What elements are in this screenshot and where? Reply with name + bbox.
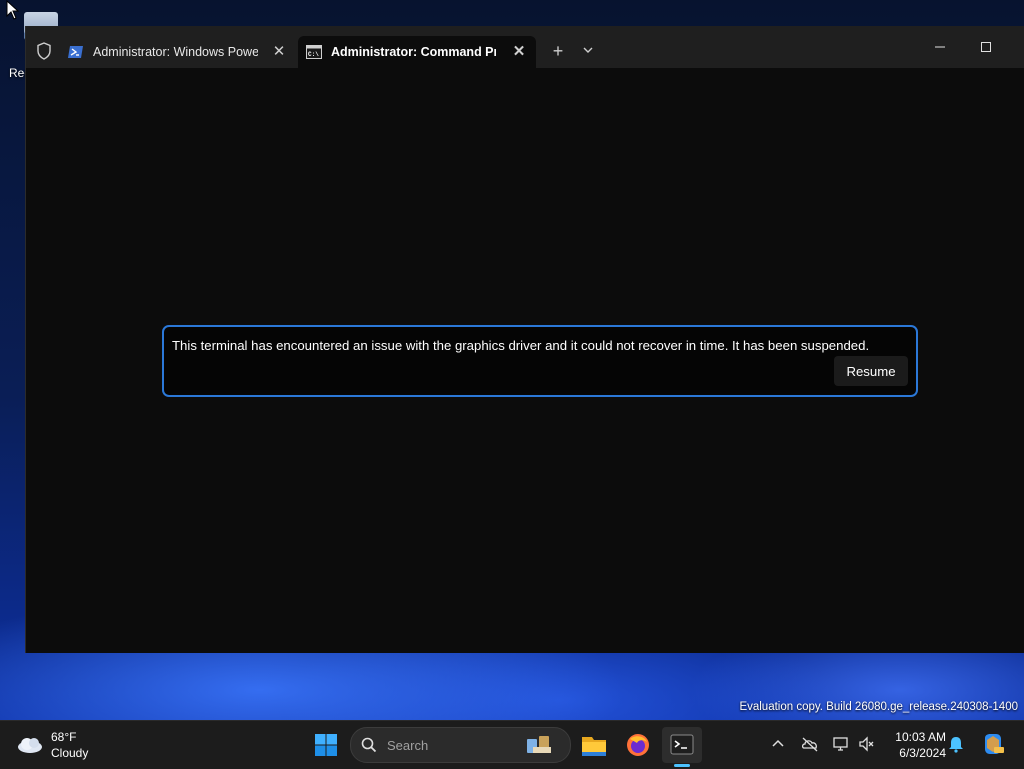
file-explorer-icon[interactable]: [574, 727, 614, 763]
start-button[interactable]: [314, 733, 338, 757]
close-tab-icon[interactable]: ✕: [512, 44, 526, 59]
copilot-icon[interactable]: [981, 732, 1005, 756]
network-icon[interactable]: [832, 735, 850, 753]
firefox-icon[interactable]: [618, 727, 658, 763]
infobar-message: This terminal has encountered an issue w…: [172, 338, 870, 353]
windows-terminal-icon[interactable]: [662, 727, 702, 763]
tab-label: Administrator: Command Prompt: [331, 45, 496, 59]
tab-command-prompt[interactable]: C:\ Administrator: Command Prompt ✕: [298, 36, 536, 68]
new-tab-button[interactable]: +: [549, 41, 567, 62]
command-prompt-icon: C:\: [306, 45, 322, 59]
taskbar-clock[interactable]: 10:03 AM 6/3/2024: [884, 729, 946, 761]
powershell-icon: [68, 46, 83, 58]
minimize-button[interactable]: [930, 40, 950, 54]
active-app-indicator: [674, 764, 690, 767]
speaker-muted-icon[interactable]: [858, 735, 876, 753]
taskbar: 68°F Cloudy Search 10:03 AM 6/3/2024: [0, 720, 1024, 769]
close-tab-icon[interactable]: ✕: [272, 44, 286, 59]
chevron-down-icon[interactable]: [580, 43, 596, 57]
clock-date: 6/3/2024: [899, 746, 946, 760]
shield-icon: [37, 42, 51, 60]
title-bar[interactable]: Administrator: Windows PowerShell ✕ C:\ …: [26, 26, 1024, 68]
maximize-button[interactable]: [976, 40, 996, 54]
resume-button[interactable]: Resume: [834, 356, 908, 386]
chevron-up-icon[interactable]: [769, 735, 787, 753]
onedrive-offline-icon[interactable]: [801, 735, 819, 753]
search-highlight-icon: [527, 736, 551, 753]
svg-text:C:\: C:\: [308, 51, 319, 58]
search-icon: [361, 737, 377, 753]
notification-bell-icon[interactable]: [947, 735, 965, 753]
evaluation-watermark: Evaluation copy. Build 26080.ge_release.…: [739, 701, 1018, 713]
graphics-driver-infobar: This terminal has encountered an issue w…: [162, 325, 918, 397]
mouse-cursor-icon: [6, 0, 20, 20]
clock-time: 10:03 AM: [895, 730, 946, 744]
taskbar-search-box[interactable]: Search: [350, 727, 571, 763]
tab-powershell[interactable]: Administrator: Windows PowerShell ✕: [60, 36, 296, 68]
search-placeholder: Search: [387, 738, 429, 753]
weather-temperature: 68°F: [51, 730, 77, 744]
weather-condition: Cloudy: [51, 746, 89, 760]
tab-label: Administrator: Windows PowerShell: [93, 45, 258, 59]
weather-widget[interactable]: 68°F Cloudy: [16, 729, 116, 763]
cloud-icon: [18, 738, 42, 753]
